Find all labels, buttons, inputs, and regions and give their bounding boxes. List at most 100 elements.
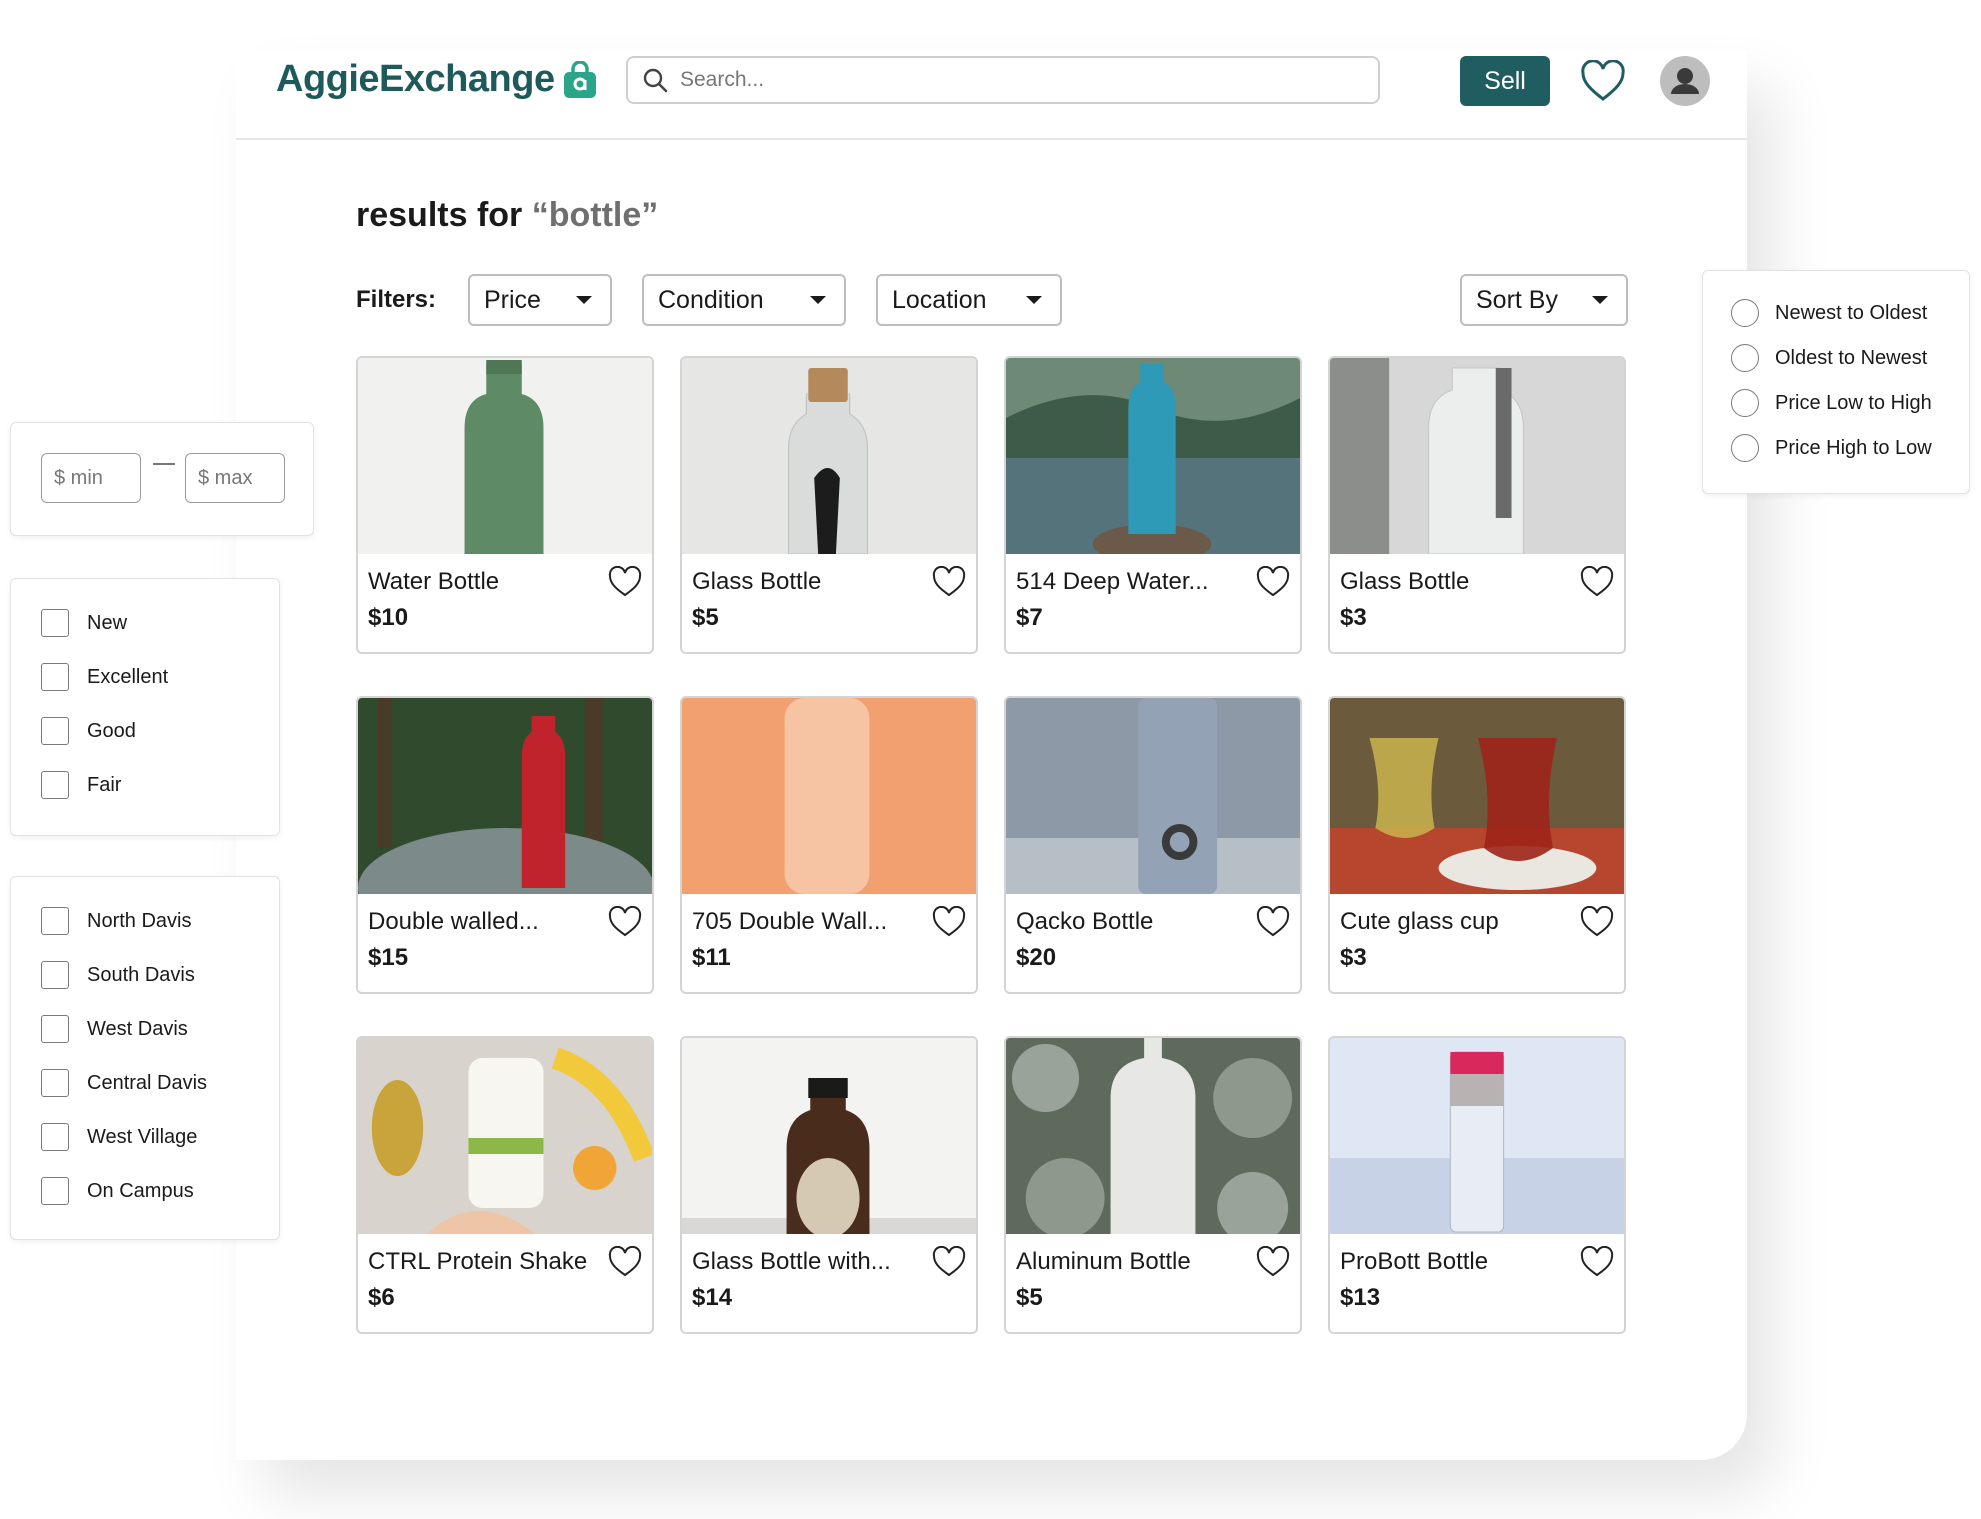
- heart-icon[interactable]: [608, 566, 642, 598]
- product-card[interactable]: Glass Bottle with... $14: [680, 1036, 978, 1334]
- location-option-west-village[interactable]: West Village: [41, 1123, 197, 1151]
- condition-option-label: Good: [87, 719, 136, 742]
- product-card[interactable]: 705 Double Wall... $11: [680, 696, 978, 994]
- logo-text: AggieExchange: [276, 58, 555, 100]
- checkbox[interactable]: [41, 609, 69, 637]
- radio-button[interactable]: [1731, 299, 1759, 327]
- location-filter-dropdown[interactable]: Location: [876, 274, 1062, 326]
- product-image: [358, 358, 652, 554]
- heart-icon[interactable]: [1580, 906, 1614, 938]
- heart-icon[interactable]: [608, 906, 642, 938]
- product-image: [358, 1038, 652, 1234]
- condition-option-fair[interactable]: Fair: [41, 771, 121, 799]
- caret-down-icon: [1026, 296, 1042, 304]
- heart-icon[interactable]: [932, 566, 966, 598]
- condition-filter-dropdown[interactable]: Condition: [642, 274, 846, 326]
- location-option-north-davis[interactable]: North Davis: [41, 907, 191, 935]
- condition-option-label: New: [87, 611, 128, 634]
- filters-label: Filters:: [356, 286, 437, 313]
- product-image: [682, 358, 976, 554]
- price-max-input[interactable]: $ max: [185, 453, 285, 503]
- sort-option-price-high-low[interactable]: Price High to Low: [1731, 434, 1932, 462]
- range-dash: [153, 463, 175, 465]
- sort-options-panel: Newest to Oldest Oldest to Newest Price …: [1702, 270, 1970, 494]
- condition-filter-label: Condition: [658, 285, 764, 314]
- shopping-bag-icon: [563, 60, 596, 98]
- product-card[interactable]: ProBott Bottle $13: [1328, 1036, 1626, 1334]
- radio-button[interactable]: [1731, 389, 1759, 417]
- search-icon: [643, 68, 668, 93]
- caret-down-icon: [810, 296, 826, 304]
- heart-icon[interactable]: [1580, 1246, 1614, 1278]
- product-card[interactable]: Glass Bottle $3: [1328, 356, 1626, 654]
- heart-icon[interactable]: [1580, 566, 1614, 598]
- results-query: “bottle”: [531, 196, 659, 234]
- heart-icon[interactable]: [932, 1246, 966, 1278]
- product-price: $7: [1016, 604, 1043, 631]
- heart-icon[interactable]: [608, 1246, 642, 1278]
- heart-icon[interactable]: [1256, 1246, 1290, 1278]
- product-title: Aluminum Bottle: [1016, 1248, 1191, 1275]
- checkbox[interactable]: [41, 961, 69, 989]
- product-image: [1006, 1038, 1300, 1234]
- search-input[interactable]: [678, 67, 1322, 93]
- heart-icon[interactable]: [932, 906, 966, 938]
- location-option-label: West Davis: [87, 1017, 188, 1040]
- product-title: ProBott Bottle: [1340, 1248, 1489, 1275]
- sort-option-price-low-high[interactable]: Price Low to High: [1731, 389, 1932, 417]
- product-card[interactable]: Glass Bottle $5: [680, 356, 978, 654]
- product-card[interactable]: Double walled... $15: [356, 696, 654, 994]
- product-image: [1006, 358, 1300, 554]
- product-price: $15: [368, 944, 409, 971]
- checkbox[interactable]: [41, 907, 69, 935]
- radio-button[interactable]: [1731, 434, 1759, 462]
- product-card[interactable]: Qacko Bottle $20: [1004, 696, 1302, 994]
- condition-option-new[interactable]: New: [41, 609, 127, 637]
- condition-option-good[interactable]: Good: [41, 717, 136, 745]
- sort-option-newest[interactable]: Newest to Oldest: [1731, 299, 1927, 327]
- checkbox[interactable]: [41, 663, 69, 691]
- caret-down-icon: [1592, 296, 1608, 304]
- location-option-west-davis[interactable]: West Davis: [41, 1015, 188, 1043]
- price-min-input[interactable]: $ min: [41, 453, 141, 503]
- location-filter-label: Location: [892, 285, 987, 314]
- product-card[interactable]: 514 Deep Water... $7: [1004, 356, 1302, 654]
- sort-dropdown[interactable]: Sort By: [1460, 274, 1628, 326]
- caret-down-icon: [576, 296, 592, 304]
- heart-icon[interactable]: [1256, 906, 1290, 938]
- sort-option-oldest[interactable]: Oldest to Newest: [1731, 344, 1927, 372]
- location-option-label: North Davis: [87, 909, 192, 932]
- product-card[interactable]: CTRL Protein Shake $6: [356, 1036, 654, 1334]
- checkbox[interactable]: [41, 1177, 69, 1205]
- checkbox[interactable]: [41, 1069, 69, 1097]
- condition-option-label: Fair: [87, 773, 122, 796]
- location-option-on-campus[interactable]: On Campus: [41, 1177, 194, 1205]
- logo[interactable]: AggieExchange: [276, 58, 597, 101]
- results-heading: results for “bottle”: [356, 196, 658, 235]
- checkbox[interactable]: [41, 771, 69, 799]
- user-avatar[interactable]: [1660, 56, 1710, 106]
- sell-button[interactable]: Sell: [1460, 56, 1550, 106]
- product-title: Glass Bottle with...: [692, 1248, 891, 1275]
- product-price: $10: [368, 604, 409, 631]
- checkbox[interactable]: [41, 1015, 69, 1043]
- heart-icon[interactable]: [1580, 60, 1626, 102]
- product-price: $6: [368, 1284, 395, 1311]
- location-option-south-davis[interactable]: South Davis: [41, 961, 195, 989]
- location-option-central-davis[interactable]: Central Davis: [41, 1069, 207, 1097]
- product-card[interactable]: Water Bottle $10: [356, 356, 654, 654]
- product-card[interactable]: Aluminum Bottle $5: [1004, 1036, 1302, 1334]
- location-option-label: Central Davis: [87, 1071, 208, 1094]
- product-title: Glass Bottle: [692, 568, 822, 595]
- location-option-label: On Campus: [87, 1179, 194, 1202]
- search-bar[interactable]: [626, 56, 1380, 104]
- price-filter-dropdown[interactable]: Price: [468, 274, 612, 326]
- radio-button[interactable]: [1731, 344, 1759, 372]
- product-card[interactable]: Cute glass cup $3: [1328, 696, 1626, 994]
- condition-option-excellent[interactable]: Excellent: [41, 663, 168, 691]
- checkbox[interactable]: [41, 1123, 69, 1151]
- heart-icon[interactable]: [1256, 566, 1290, 598]
- sort-option-label: Price High to Low: [1775, 436, 1932, 459]
- checkbox[interactable]: [41, 717, 69, 745]
- product-title: Qacko Bottle: [1016, 908, 1154, 935]
